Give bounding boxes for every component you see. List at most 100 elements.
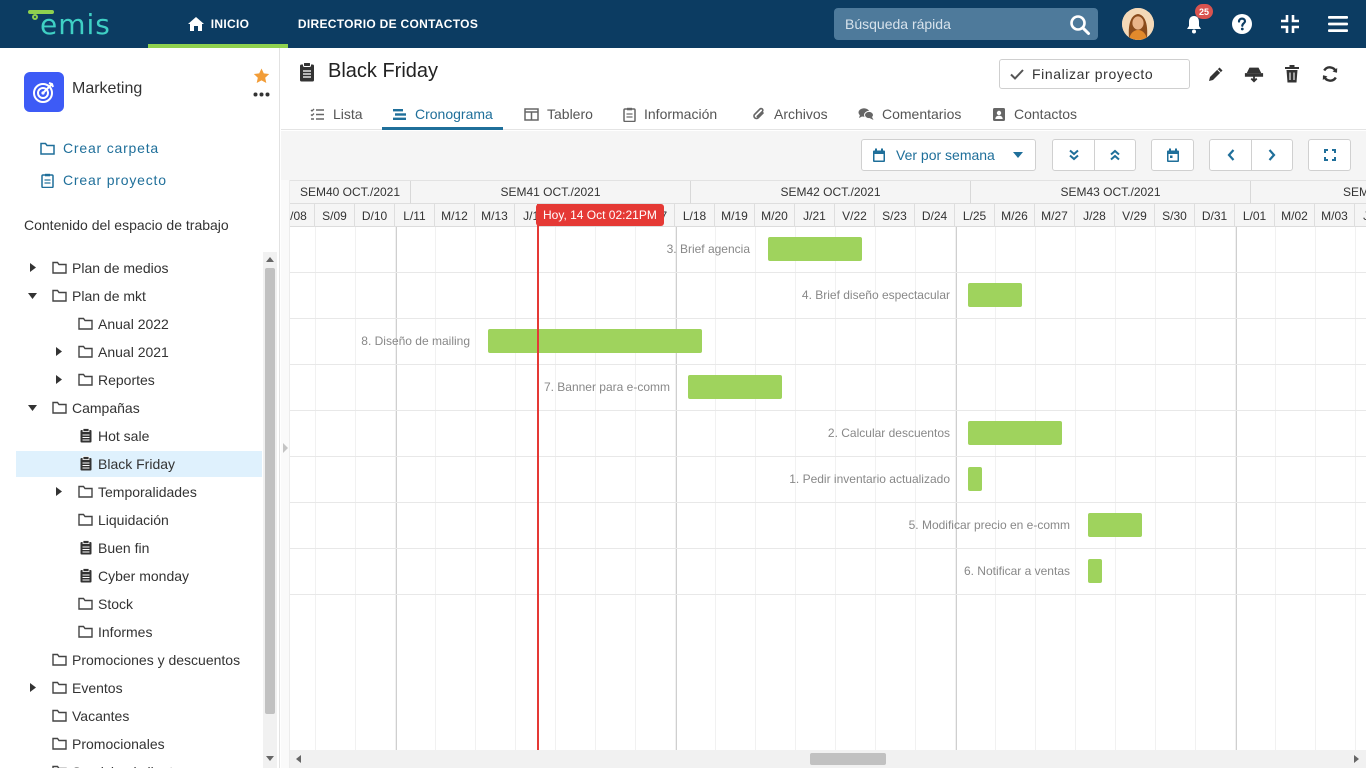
tree-item[interactable]: Anual 2022 — [16, 311, 262, 337]
avatar[interactable] — [1122, 8, 1154, 40]
tab-contactos[interactable]: Contactos — [992, 98, 1077, 130]
week-grid-line — [956, 227, 957, 750]
more-options-icon[interactable] — [253, 92, 270, 97]
tree-item[interactable]: Temporalidades — [16, 479, 262, 505]
folder-icon — [78, 373, 93, 386]
star-icon[interactable] — [253, 68, 270, 84]
archive-icon[interactable] — [1244, 64, 1264, 84]
grid-line — [1195, 227, 1196, 750]
tree-item[interactable]: Eventos — [16, 675, 262, 701]
timeline-body: 3. Brief agencia 4. Brief diseño espectac… — [290, 227, 1366, 750]
task-label[interactable]: 2. Calcular descuentos — [650, 423, 950, 443]
view-select[interactable]: Ver por semana — [861, 139, 1036, 171]
caret-right-icon[interactable] — [30, 683, 36, 692]
scroll-up-icon[interactable] — [266, 256, 274, 262]
tab-informacion[interactable]: Información — [623, 98, 717, 130]
go-today-button[interactable] — [1152, 140, 1193, 170]
tab-cronograma-label: Cronograma — [415, 106, 493, 122]
tree-item[interactable]: Servicio al cliente — [16, 759, 262, 768]
caret-down-icon[interactable] — [28, 293, 37, 299]
day-header: M/26 — [995, 204, 1035, 227]
tree-item[interactable]: Promociones y descuentos — [16, 647, 262, 673]
fullscreen-button[interactable] — [1309, 140, 1350, 170]
create-folder-link[interactable]: Crear carpeta — [40, 140, 159, 156]
task-label[interactable]: 3. Brief agencia — [450, 239, 750, 259]
tree-item[interactable]: Cyber monday — [16, 563, 262, 589]
task-label[interactable]: 7. Banner para e-comm — [370, 377, 670, 397]
caret-right-icon[interactable] — [56, 375, 62, 384]
sidebar-scrollbar[interactable] — [263, 252, 277, 768]
tree-item[interactable]: Informes — [16, 619, 262, 645]
tree-item[interactable]: Stock — [16, 591, 262, 617]
timeline-scrollbar[interactable] — [290, 750, 1366, 768]
week-header: SEM42 OCT./2021 — [691, 181, 971, 204]
scroll-thumb[interactable] — [810, 753, 886, 765]
scroll-thumb[interactable] — [265, 268, 275, 714]
caret-down-icon[interactable] — [28, 405, 37, 411]
grid-toggle[interactable] — [281, 180, 290, 768]
grid-line — [1035, 227, 1036, 750]
expand-all-button[interactable] — [1094, 140, 1135, 170]
folder-icon — [40, 142, 63, 155]
tree-item[interactable]: Plan de medios — [16, 255, 262, 281]
task-bar[interactable] — [688, 375, 782, 399]
tree-item[interactable]: Reportes — [16, 367, 262, 393]
clipboard-icon — [623, 107, 644, 122]
pencil-icon[interactable] — [1206, 64, 1226, 84]
top-navbar: emis INICIO DIRECTORIO DE CONTACTOS 25 — [0, 0, 1366, 48]
nav-home[interactable]: INICIO — [148, 0, 288, 48]
menu-icon[interactable] — [1326, 12, 1350, 36]
task-label[interactable]: 6. Notificar a ventas — [770, 561, 1070, 581]
task-label[interactable]: 5. Modificar precio en e-comm — [770, 515, 1070, 535]
app-logo[interactable]: emis — [28, 8, 118, 42]
tab-cronograma[interactable]: Cronograma — [382, 98, 503, 130]
finish-project-button[interactable]: Finalizar proyecto — [999, 59, 1190, 89]
tree-item[interactable]: Anual 2021 — [16, 339, 262, 365]
contact-icon — [992, 107, 1014, 122]
project-header: Black Friday Finalizar proyecto Lista Cr… — [281, 48, 1366, 130]
tree-item[interactable]: Plan de mkt — [16, 283, 262, 309]
scroll-right-icon[interactable] — [1354, 755, 1360, 763]
tab-tablero[interactable]: Tablero — [524, 98, 593, 130]
task-label[interactable]: 1. Pedir inventario actualizado — [650, 469, 950, 489]
caret-right-icon[interactable] — [56, 347, 62, 356]
task-bar[interactable] — [968, 467, 982, 491]
row-divider — [290, 456, 1366, 457]
create-project-link[interactable]: Crear proyecto — [40, 172, 167, 188]
refresh-icon[interactable] — [1320, 64, 1340, 84]
tree-item[interactable]: Buen fin — [16, 535, 262, 561]
tree-item[interactable]: Campañas — [16, 395, 262, 421]
caret-right-icon[interactable] — [56, 487, 62, 496]
tree-item[interactable]: Hot sale — [16, 423, 262, 449]
tree-item[interactable]: Black Friday — [16, 451, 262, 477]
scroll-down-icon[interactable] — [266, 756, 274, 762]
task-label[interactable]: 4. Brief diseño espectacular — [650, 285, 950, 305]
task-bar[interactable] — [968, 421, 1062, 445]
tree-item[interactable]: Promocionales — [16, 731, 262, 757]
tree-item[interactable]: Liquidación — [16, 507, 262, 533]
task-bar[interactable] — [1088, 559, 1102, 583]
task-bar[interactable] — [1088, 513, 1142, 537]
folder-icon — [78, 317, 93, 330]
compress-icon[interactable] — [1278, 12, 1302, 36]
tab-lista[interactable]: Lista — [310, 98, 363, 130]
previous-button[interactable] — [1210, 140, 1251, 170]
tab-comentarios[interactable]: Comentarios — [858, 98, 961, 130]
trash-icon[interactable] — [1282, 64, 1302, 84]
search-icon[interactable] — [1069, 14, 1091, 36]
tree-item[interactable]: Vacantes — [16, 703, 262, 729]
collapse-all-button[interactable] — [1053, 140, 1094, 170]
scroll-left-icon[interactable] — [295, 755, 301, 763]
search-input[interactable] — [834, 8, 1064, 40]
clipboard-icon — [40, 173, 63, 188]
next-button[interactable] — [1251, 140, 1292, 170]
tab-archivos[interactable]: Archivos — [752, 98, 828, 130]
help-icon[interactable] — [1230, 12, 1254, 36]
task-bar[interactable] — [488, 329, 702, 353]
nav-directory[interactable]: DIRECTORIO DE CONTACTOS — [288, 0, 488, 48]
caret-right-icon[interactable] — [30, 263, 36, 272]
task-label[interactable]: 8. Diseño de mailing — [290, 331, 470, 351]
folder-icon — [78, 597, 93, 610]
task-bar[interactable] — [968, 283, 1022, 307]
task-bar[interactable] — [768, 237, 862, 261]
